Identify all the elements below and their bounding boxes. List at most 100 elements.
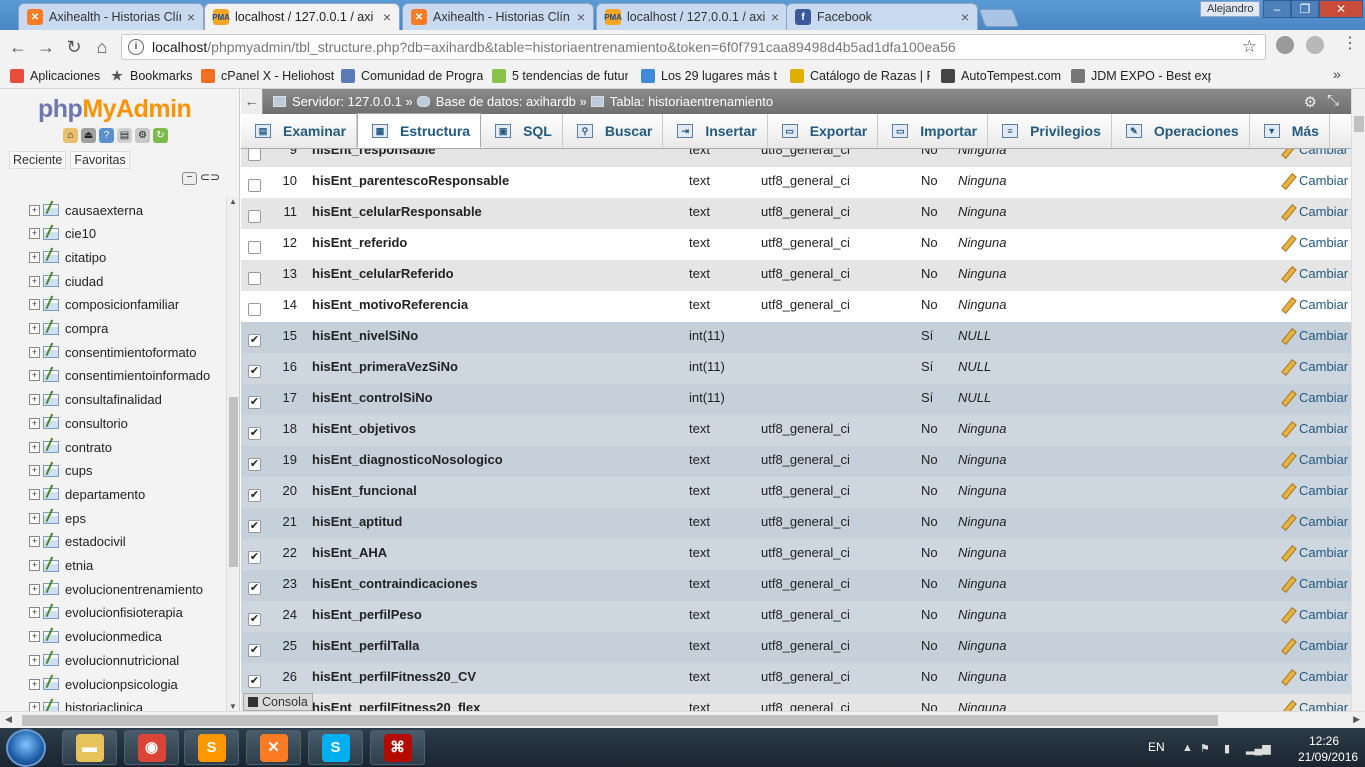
tab-insertar[interactable]: ⇥ Insertar: [663, 114, 768, 148]
expand-icon[interactable]: +: [29, 583, 40, 595]
change-link[interactable]: Cambiar: [1281, 483, 1348, 498]
row-checkbox[interactable]: ✔: [248, 582, 261, 595]
change-link[interactable]: Cambiar: [1281, 545, 1348, 560]
row-checkbox[interactable]: ✔: [248, 675, 261, 688]
bookmark-item[interactable]: JDM EXPO - Best expo: [1071, 67, 1211, 85]
tab-examinar[interactable]: ▤ Examinar: [241, 114, 358, 148]
collapse-top-icon[interactable]: ⤡: [1327, 92, 1339, 109]
row-checkbox[interactable]: ✔: [248, 644, 261, 657]
taskbar-file-explorer[interactable]: ▬: [62, 730, 117, 765]
flag-icon[interactable]: ⚑: [1200, 742, 1210, 755]
tab-privilegios[interactable]: ≡ Privilegios: [988, 114, 1112, 148]
close-tab-icon[interactable]: ×: [187, 9, 195, 25]
change-link[interactable]: Cambiar: [1281, 514, 1348, 529]
taskbar-acrobat[interactable]: ⌘: [370, 730, 425, 765]
browser-tab[interactable]: PMA localhost / 127.0.0.1 / axi ×: [204, 3, 400, 30]
change-link[interactable]: Cambiar: [1281, 452, 1348, 467]
expand-icon[interactable]: +: [29, 702, 40, 711]
menu-dots-icon[interactable]: ⋮: [1342, 36, 1358, 52]
expand-icon[interactable]: +: [29, 678, 40, 690]
browser-tab[interactable]: PMA localhost / 127.0.0.1 / axi ×: [596, 3, 788, 30]
change-link[interactable]: Cambiar: [1281, 328, 1348, 343]
close-tab-icon[interactable]: ×: [577, 9, 585, 25]
taskbar-chrome[interactable]: ◉: [124, 730, 179, 765]
row-checkbox[interactable]: [248, 210, 261, 223]
expand-icon[interactable]: +: [29, 512, 40, 524]
tab-estructura[interactable]: ▦ Estructura: [357, 113, 482, 148]
tab-recent[interactable]: Reciente: [9, 151, 67, 169]
expand-icon[interactable]: +: [29, 394, 40, 406]
signal-icon[interactable]: ▂▄▆: [1246, 742, 1271, 755]
phpmyadmin-logo[interactable]: phpMyAdmin: [38, 95, 192, 124]
row-checkbox[interactable]: [248, 179, 261, 192]
bookmark-item[interactable]: 5 tendencias de futuro: [492, 67, 628, 85]
tab-sql[interactable]: ▣ SQL: [481, 114, 563, 148]
home-icon[interactable]: ⌂: [88, 37, 116, 58]
close-tab-icon[interactable]: ×: [771, 9, 779, 25]
expand-icon[interactable]: +: [29, 465, 40, 477]
tree-item-citatipo[interactable]: + citatipo: [29, 246, 106, 268]
tree-item-departamento[interactable]: + departamento: [29, 483, 145, 505]
browser-tab[interactable]: ✕ Axihealth - Historias Clín ×: [18, 3, 204, 30]
change-link[interactable]: Cambiar: [1281, 638, 1348, 653]
collapse-nav-icon[interactable]: ←: [241, 89, 263, 114]
start-button[interactable]: [6, 729, 46, 767]
tab-operaciones[interactable]: ✎ Operaciones: [1112, 114, 1250, 148]
close-window-button[interactable]: ✕: [1319, 0, 1363, 18]
browser-tab[interactable]: f Facebook ×: [786, 3, 978, 30]
tree-item-evolucionmedica[interactable]: + evolucionmedica: [29, 626, 162, 648]
tree-item-eps[interactable]: + eps: [29, 507, 86, 529]
row-checkbox[interactable]: [248, 272, 261, 285]
new-tab-button[interactable]: [978, 9, 1020, 27]
tab-exportar[interactable]: ▭ Exportar: [768, 114, 879, 148]
row-checkbox[interactable]: ✔: [248, 427, 261, 440]
tree-item-estadocivil[interactable]: + estadocivil: [29, 531, 126, 553]
taskbar-sublime-text[interactable]: S: [184, 730, 239, 765]
change-link[interactable]: Cambiar: [1281, 297, 1348, 312]
address-bar[interactable]: i localhost/phpmyadmin/tbl_structure.php…: [121, 34, 1266, 60]
expand-icon[interactable]: +: [29, 536, 40, 548]
row-checkbox[interactable]: ✔: [248, 489, 261, 502]
tree-item-evolucionpsicologia[interactable]: + evolucionpsicologia: [29, 673, 178, 695]
change-link[interactable]: Cambiar: [1281, 149, 1348, 157]
tree-item-ciudad[interactable]: + ciudad: [29, 270, 103, 292]
tree-item-composicionfamiliar[interactable]: + composicionfamiliar: [29, 294, 179, 316]
minimize-button[interactable]: –: [1263, 0, 1291, 18]
expand-icon[interactable]: +: [29, 370, 40, 382]
row-checkbox[interactable]: [248, 303, 261, 316]
close-tab-icon[interactable]: ×: [961, 9, 969, 25]
back-arrow-icon[interactable]: ←: [4, 37, 32, 58]
tab-buscar[interactable]: ⚲ Buscar: [563, 114, 664, 148]
change-link[interactable]: Cambiar: [1281, 204, 1348, 219]
tab-favorites[interactable]: Favoritas: [70, 151, 130, 169]
expand-icon[interactable]: +: [29, 228, 40, 240]
expand-icon[interactable]: +: [29, 488, 40, 500]
expand-icon[interactable]: +: [29, 417, 40, 429]
bookmark-item[interactable]: Los 29 lugares más te: [641, 67, 777, 85]
row-checkbox[interactable]: ✔: [248, 613, 261, 626]
page-scrollbar[interactable]: [1351, 89, 1365, 711]
tab-más[interactable]: ▼ Más: [1250, 114, 1330, 148]
row-checkbox[interactable]: ✔: [248, 520, 261, 533]
tab-importar[interactable]: ▭ Importar: [878, 114, 989, 148]
logout-icon[interactable]: ⏏: [81, 128, 96, 143]
reload-icon[interactable]: ↻: [60, 37, 88, 58]
bookmark-item[interactable]: cPanel X - Heliohost: [201, 67, 334, 85]
tree-item-consultafinalidad[interactable]: + consultafinalidad: [29, 389, 162, 411]
console-button[interactable]: Consola: [243, 693, 313, 711]
settings-gear-icon[interactable]: ⚙: [1304, 93, 1317, 111]
tree-item-cups[interactable]: + cups: [29, 460, 92, 482]
more-bookmarks-icon[interactable]: »: [1333, 66, 1341, 82]
clock[interactable]: 12:26 21/09/2016: [1298, 733, 1358, 765]
maximize-button[interactable]: ❐: [1291, 0, 1319, 18]
row-checkbox[interactable]: ✔: [248, 334, 261, 347]
change-link[interactable]: Cambiar: [1281, 669, 1348, 684]
breadcrumb-table[interactable]: Tabla: historiaentrenamiento: [610, 94, 773, 109]
change-link[interactable]: Cambiar: [1281, 266, 1348, 281]
expand-icon[interactable]: +: [29, 607, 40, 619]
change-link[interactable]: Cambiar: [1281, 359, 1348, 374]
tree-item-causaexterna[interactable]: + causaexterna: [29, 199, 143, 221]
extension-cube-icon[interactable]: [1306, 36, 1324, 54]
tree-item-evolucionfisioterapia[interactable]: + evolucionfisioterapia: [29, 602, 183, 624]
change-link[interactable]: Cambiar: [1281, 607, 1348, 622]
